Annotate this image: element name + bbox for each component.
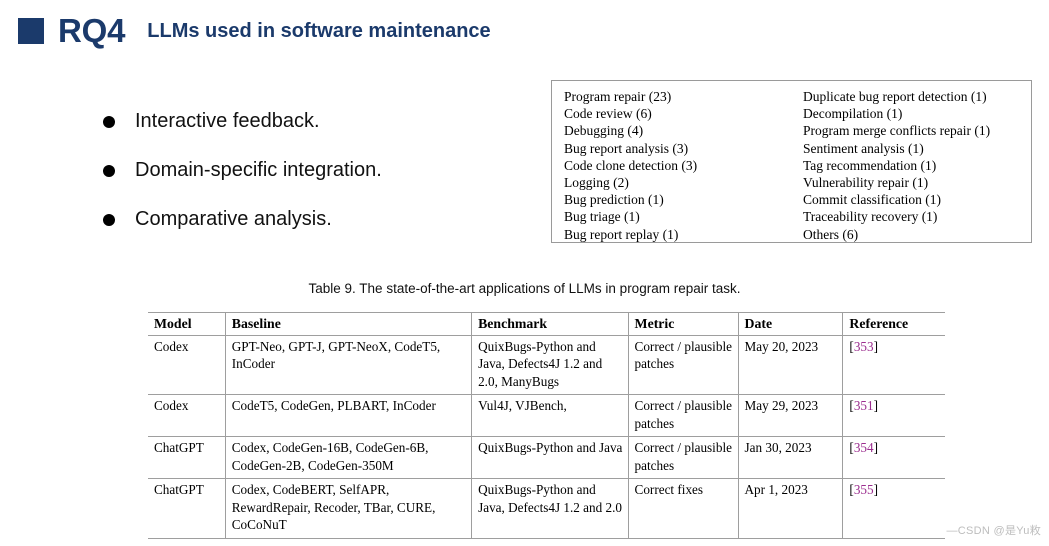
table-header-row: Model Baseline Benchmark Metric Date Ref… — [148, 312, 945, 336]
cell-date: Apr 1, 2023 — [737, 478, 843, 539]
cell-metric: Correct fixes — [627, 478, 739, 539]
reference-link[interactable]: 351 — [854, 398, 874, 413]
column-header-baseline: Baseline — [224, 312, 472, 336]
program-repair-table: Model Baseline Benchmark Metric Date Ref… — [148, 312, 945, 539]
cell-benchmark: QuixBugs-Python and Java, Defects4J 1.2 … — [471, 334, 629, 395]
bullet-dot-icon — [103, 116, 115, 128]
cell-reference[interactable]: [354] — [842, 436, 945, 479]
cell-model: ChatGPT — [148, 478, 226, 539]
task-item: Code review (6) — [564, 106, 652, 122]
task-item: Program merge conflicts repair (1) — [802, 123, 991, 139]
cell-reference[interactable]: [355] — [842, 478, 945, 539]
cell-model: Codex — [148, 334, 226, 395]
task-item: Others (6) — [802, 226, 859, 242]
task-item: Bug report replay (1) — [564, 226, 679, 242]
reference-link[interactable]: 355 — [854, 482, 874, 497]
cell-metric: Correct / plausible patches — [627, 334, 739, 395]
watermark: —CSDN @是Yu敉 — [946, 525, 1041, 537]
slide-header: RQ4 LLMs used in software maintenance — [18, 14, 491, 47]
cell-benchmark: Vul4J, VJBench, — [471, 394, 629, 437]
table-row: ChatGPT Codex, CodeBERT, SelfAPR, Reward… — [148, 478, 945, 539]
cell-benchmark: QuixBugs-Python and Java — [471, 436, 629, 479]
bullet-list: Interactive feedback. Domain-specific in… — [103, 108, 523, 255]
cell-metric: Correct / plausible patches — [627, 394, 739, 437]
task-item: Bug prediction (1) — [564, 192, 664, 208]
page-title: RQ4 — [58, 12, 126, 49]
task-item: Sentiment analysis (1) — [802, 140, 924, 156]
table-row: Codex CodeT5, CodeGen, PLBART, InCoder V… — [148, 394, 945, 437]
cell-model: ChatGPT — [148, 436, 226, 479]
cell-reference[interactable]: [351] — [842, 394, 945, 437]
cell-reference[interactable]: [353] — [842, 334, 945, 395]
table-row: ChatGPT Codex, CodeGen-16B, CodeGen-6B, … — [148, 436, 945, 479]
task-item: Tag recommendation (1) — [802, 157, 937, 173]
task-item: Code clone detection (3) — [564, 157, 698, 173]
reference-link[interactable]: 354 — [854, 440, 874, 455]
bullet-dot-icon — [103, 165, 115, 177]
cell-baseline: CodeT5, CodeGen, PLBART, InCoder — [224, 394, 472, 437]
cell-baseline: Codex, CodeGen-16B, CodeGen-6B, CodeGen-… — [224, 436, 472, 479]
cell-benchmark: QuixBugs-Python and Java, Defects4J 1.2 … — [471, 478, 629, 539]
cell-metric: Correct / plausible patches — [627, 436, 739, 479]
cell-baseline: Codex, CodeBERT, SelfAPR, RewardRepair, … — [224, 478, 472, 539]
reference-link[interactable]: 353 — [854, 339, 874, 354]
list-item: Interactive feedback. — [103, 108, 523, 134]
reference-bracket-close: ] — [873, 482, 878, 497]
task-item: Debugging (4) — [564, 123, 644, 139]
column-header-benchmark: Benchmark — [471, 312, 629, 336]
cell-baseline: GPT-Neo, GPT-J, GPT-NeoX, CodeT5, InCode… — [224, 334, 472, 395]
task-item: Decompilation (1) — [802, 106, 903, 122]
task-item: Bug triage (1) — [564, 209, 640, 225]
table-row: Codex GPT-Neo, GPT-J, GPT-NeoX, CodeT5, … — [148, 334, 945, 395]
cell-model: Codex — [148, 394, 226, 437]
task-item: Vulnerability repair (1) — [802, 175, 929, 191]
list-item-label: Interactive feedback. — [135, 110, 320, 132]
task-item: Duplicate bug report detection (1) — [802, 89, 987, 104]
page-subtitle: LLMs used in software maintenance — [147, 19, 491, 42]
task-distribution-box: Program repair (23) Code review (6) Debu… — [551, 80, 1032, 243]
column-header-metric: Metric — [627, 312, 739, 336]
reference-bracket-close: ] — [873, 338, 878, 354]
list-item-label: Domain-specific integration. — [135, 159, 382, 181]
column-header-model: Model — [148, 312, 226, 336]
task-column-left: Program repair (23) Code review (6) Debu… — [552, 81, 799, 242]
task-item: Commit classification (1) — [802, 192, 941, 208]
task-item: Program repair (23) — [564, 89, 672, 104]
list-item-label: Comparative analysis. — [135, 208, 332, 230]
cell-date: Jan 30, 2023 — [737, 436, 843, 479]
reference-bracket-close: ] — [873, 440, 878, 455]
cell-date: May 20, 2023 — [737, 334, 843, 395]
table-caption: Table 9. The state-of-the-art applicatio… — [308, 281, 741, 296]
list-item: Comparative analysis. — [103, 206, 523, 232]
task-column-right: Duplicate bug report detection (1) Decom… — [799, 81, 1031, 242]
column-header-reference: Reference — [842, 312, 945, 336]
header-accent-square — [18, 17, 44, 44]
task-item: Traceability recovery (1) — [802, 209, 938, 225]
cell-date: May 29, 2023 — [737, 394, 843, 437]
task-item: Bug report analysis (3) — [564, 140, 689, 156]
bullet-dot-icon — [103, 214, 115, 226]
list-item: Domain-specific integration. — [103, 157, 523, 183]
reference-bracket-close: ] — [873, 398, 878, 413]
column-header-date: Date — [737, 312, 843, 336]
task-item: Logging (2) — [564, 175, 629, 191]
